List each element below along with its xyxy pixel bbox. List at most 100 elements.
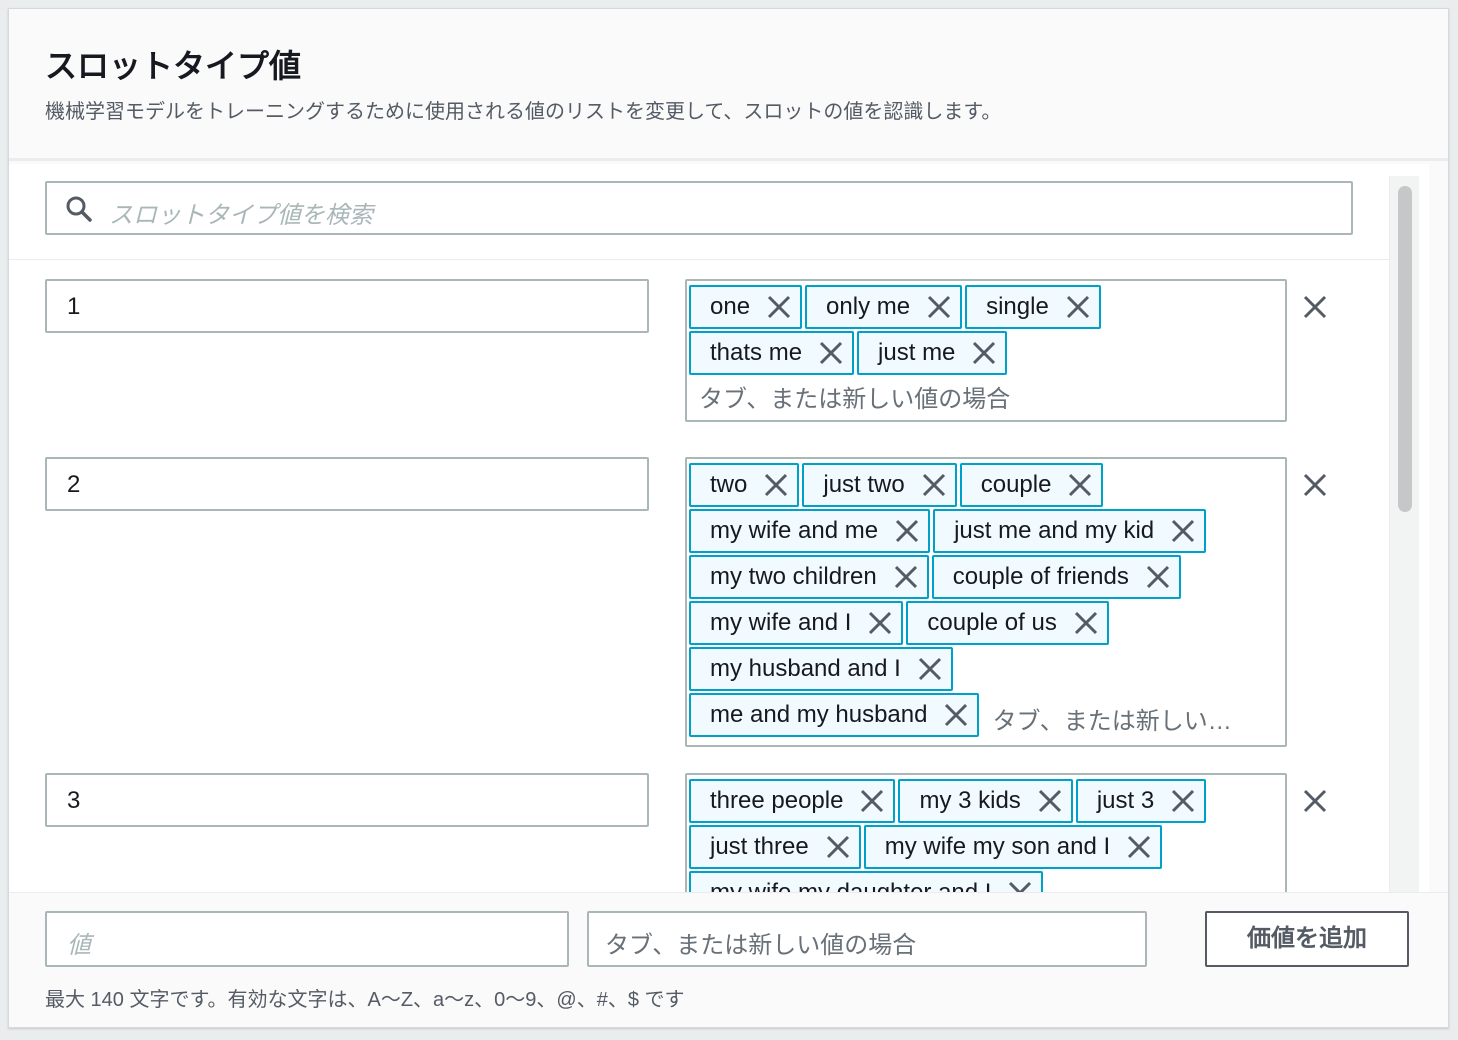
remove-row-icon[interactable] <box>1299 785 1331 817</box>
synonym-token: my wife and I <box>689 601 904 645</box>
remove-synonym-icon[interactable] <box>919 470 949 500</box>
remove-synonym-icon[interactable] <box>969 338 999 368</box>
synonym-token: my two children <box>689 555 929 599</box>
remove-synonym-icon[interactable] <box>924 292 954 322</box>
add-value-button[interactable]: 価値を追加 <box>1205 911 1409 967</box>
synonym-label: just 3 <box>1096 787 1155 814</box>
remove-synonym-icon[interactable] <box>891 562 921 592</box>
new-synonym-input[interactable]: タブ、または新しい値の場合 <box>587 911 1147 967</box>
remove-synonym-icon[interactable] <box>1168 786 1198 816</box>
search-row: スロットタイプ値を検索 <box>9 164 1389 260</box>
synonym-line: my wife and me just me and my kid <box>689 509 1283 555</box>
synonym-label: couple of friends <box>952 563 1129 590</box>
page-description: 機械学習モデルをトレーニングするために使用される値のリストを変更して、スロットの… <box>45 101 1002 123</box>
synonym-token: one <box>689 285 803 329</box>
synonym-label: my 3 kids <box>919 787 1021 814</box>
synonym-token: my wife and me <box>689 509 931 553</box>
synonym-label: my husband and I <box>710 655 901 682</box>
remove-synonym-icon[interactable] <box>1035 786 1065 816</box>
synonym-token: just three <box>689 825 861 869</box>
remove-synonym-icon[interactable] <box>1065 470 1095 500</box>
synonym-line: my wife my daughter and I <box>689 871 1283 892</box>
synonym-token: just two <box>802 463 957 507</box>
remove-synonym-icon[interactable] <box>1071 608 1101 638</box>
slot-value-input[interactable]: 1 <box>45 279 649 333</box>
synonym-label: couple <box>980 471 1052 498</box>
synonym-token: just me <box>857 331 1008 375</box>
synonym-token: my husband and I <box>689 647 953 691</box>
slot-values-panel: スロットタイプ値 機械学習モデルをトレーニングするために使用される値のリストを変… <box>8 8 1449 1028</box>
synonyms-field[interactable]: two just two couple my wife and me just me a… <box>685 457 1287 747</box>
synonym-line: me and my husband タブ、または新しい… <box>689 693 1283 739</box>
synonyms-field[interactable]: three people my 3 kids just 3 just three my … <box>685 773 1287 892</box>
remove-synonym-icon[interactable] <box>865 608 895 638</box>
synonym-label: my two children <box>710 563 877 590</box>
synonym-label: my wife and me <box>710 517 879 544</box>
remove-synonym-icon[interactable] <box>941 700 971 730</box>
synonym-label: my wife and I <box>710 609 852 636</box>
synonym-label: couple of us <box>927 609 1057 636</box>
synonym-label: just me <box>878 339 956 366</box>
synonym-token: my wife my daughter and I <box>689 871 1044 892</box>
synonym-token: my wife my son and I <box>863 825 1163 869</box>
synonym-line: thats me just me <box>689 331 1283 377</box>
scrollbar-thumb[interactable] <box>1398 186 1412 512</box>
synonym-line: two just two couple <box>689 463 1283 509</box>
synonym-token: me and my husband <box>689 693 980 737</box>
remove-synonym-icon[interactable] <box>764 292 794 322</box>
synonym-token: just me and my kid <box>933 509 1207 553</box>
remove-row-icon[interactable] <box>1299 469 1331 501</box>
synonym-token: my 3 kids <box>898 779 1073 823</box>
synonym-placeholder: タブ、または新しい値の場合 <box>699 386 1011 413</box>
search-icon <box>66 196 92 222</box>
remove-synonym-icon[interactable] <box>816 338 846 368</box>
search-placeholder: スロットタイプ値を検索 <box>109 202 373 229</box>
synonym-label: just me and my kid <box>954 517 1155 544</box>
synonym-label: just three <box>710 833 809 860</box>
synonym-label: thats me <box>710 339 803 366</box>
synonym-label: single <box>986 293 1049 320</box>
remove-synonym-icon[interactable] <box>892 516 922 546</box>
panel-header: スロットタイプ値 機械学習モデルをトレーニングするために使用される値のリストを変… <box>9 9 1448 161</box>
synonym-placeholder: タブ、または新しい… <box>992 708 1232 735</box>
synonym-label: one <box>710 293 751 320</box>
synonym-token: couple <box>959 463 1104 507</box>
slot-value-input[interactable]: 2 <box>45 457 649 511</box>
synonym-label: my wife my daughter and I <box>710 879 991 892</box>
synonym-token: single <box>965 285 1101 329</box>
new-value-input[interactable]: 値 <box>45 911 569 967</box>
synonym-line: my wife and I couple of us <box>689 601 1283 647</box>
remove-synonym-icon[interactable] <box>823 832 853 862</box>
remove-synonym-icon[interactable] <box>1168 516 1198 546</box>
synonym-token: thats me <box>689 331 855 375</box>
scrollbar[interactable] <box>1389 176 1419 892</box>
input-hint: 最大 140 文字です。有効な文字は、A〜Z、a〜z、0〜9、@、#、$ です <box>45 989 685 1011</box>
remove-row-icon[interactable] <box>1299 291 1331 323</box>
synonym-label: me and my husband <box>710 701 928 728</box>
synonym-line: just three my wife my son and I <box>689 825 1283 871</box>
synonym-label: just two <box>823 471 905 498</box>
remove-synonym-icon[interactable] <box>761 470 791 500</box>
synonym-token: three people <box>689 779 896 823</box>
remove-synonym-icon[interactable] <box>1063 292 1093 322</box>
synonym-token: just 3 <box>1075 779 1207 823</box>
synonym-token: couple of friends <box>931 555 1181 599</box>
synonym-line: my husband and I <box>689 647 1283 693</box>
add-value-footer: 値 タブ、または新しい値の場合 価値を追加 最大 140 文字です。有効な文字は… <box>9 892 1448 1027</box>
synonym-label: only me <box>826 293 911 320</box>
remove-synonym-icon[interactable] <box>915 654 945 684</box>
search-input[interactable]: スロットタイプ値を検索 <box>45 181 1353 235</box>
remove-synonym-icon[interactable] <box>1005 878 1035 892</box>
synonym-token: only me <box>805 285 963 329</box>
synonym-label: three people <box>710 787 844 814</box>
synonym-line: three people my 3 kids just 3 <box>689 779 1283 825</box>
slot-values-list: スロットタイプ値を検索 1 one only me single thats me jus… <box>9 164 1429 892</box>
synonym-label: two <box>710 471 748 498</box>
remove-synonym-icon[interactable] <box>1124 832 1154 862</box>
slot-value-input[interactable]: 3 <box>45 773 649 827</box>
synonyms-field[interactable]: one only me single thats me just me タブ、または新しい… <box>685 279 1287 422</box>
remove-synonym-icon[interactable] <box>857 786 887 816</box>
synonym-token: couple of us <box>906 601 1109 645</box>
synonym-line: my two children couple of friends <box>689 555 1283 601</box>
remove-synonym-icon[interactable] <box>1143 562 1173 592</box>
